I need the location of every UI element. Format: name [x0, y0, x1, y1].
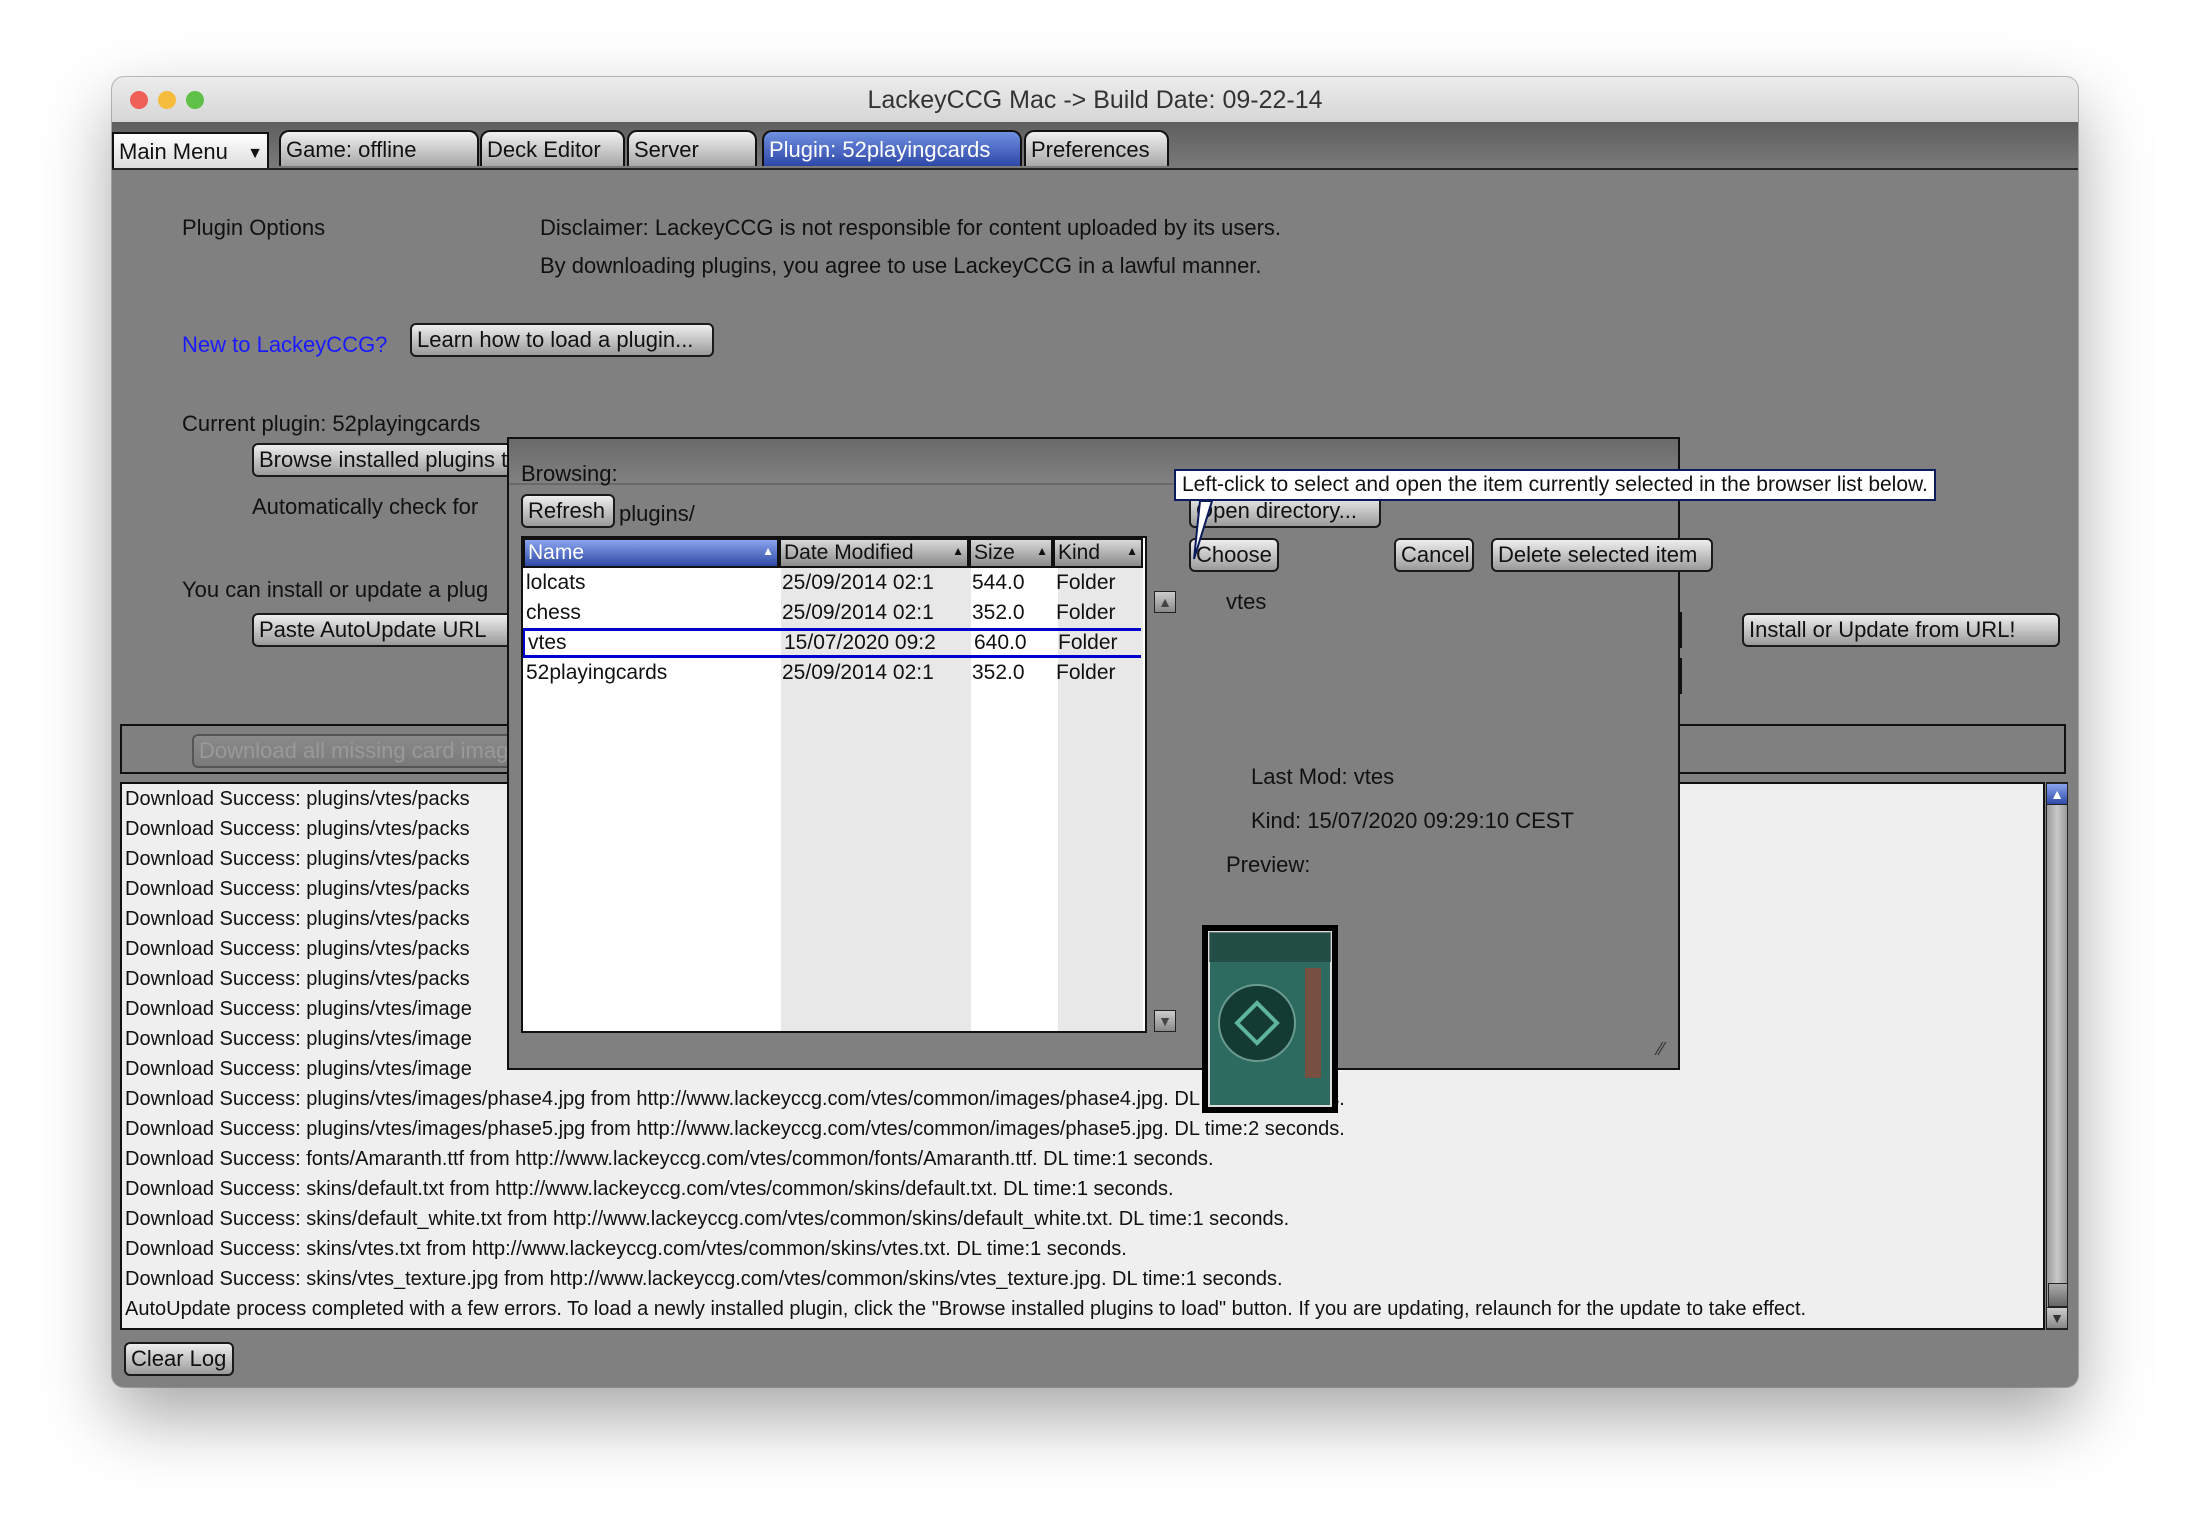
cell-kind: Folder: [1056, 601, 1116, 624]
scroll-down-arrow-icon[interactable]: ▼: [2046, 1307, 2068, 1329]
file-row[interactable]: vtes 15/07/2020 09:2 640.0 Folder: [523, 628, 1141, 658]
scroll-up-arrow-icon[interactable]: ▲: [2046, 783, 2068, 805]
auto-check-label: Automatically check for: [252, 494, 479, 519]
new-to-lackey-link[interactable]: New to LackeyCCG?: [182, 332, 387, 358]
tab-label: Preferences: [1031, 137, 1150, 162]
sort-arrow-icon: ▲: [762, 544, 774, 558]
table-scroll-up-icon[interactable]: ▲: [1154, 591, 1176, 613]
tab-label: Game: offline: [286, 137, 417, 162]
clear-log-button[interactable]: Clear Log: [124, 1342, 234, 1376]
tooltip-pointer-icon: [1193, 501, 1214, 560]
delete-item-button[interactable]: Delete selected item: [1491, 538, 1713, 572]
cell-size: 544.0: [972, 571, 1025, 594]
cell-date: 25/09/2014 02:1: [782, 601, 934, 624]
card-preview-image: [1202, 925, 1338, 1113]
cell-kind: Folder: [1058, 631, 1118, 654]
sort-arrow-icon: ▲: [1126, 544, 1138, 558]
cell-size: 352.0: [972, 661, 1025, 684]
section-title: Plugin Options: [182, 215, 326, 240]
cancel-button[interactable]: Cancel: [1394, 538, 1474, 572]
card-back-image: [1208, 931, 1332, 1107]
header-label: Size: [974, 541, 1015, 564]
header-label: Kind: [1058, 541, 1101, 564]
cell-kind: Folder: [1056, 661, 1116, 684]
log-line: Download Success: plugins/vtes/images/ph…: [125, 1088, 1345, 1110]
log-line: Download Success: skins/vtes_texture.jpg…: [125, 1268, 1283, 1290]
tab-server[interactable]: Server: [627, 130, 757, 166]
cell-name: lolcats: [526, 571, 586, 594]
selected-name: vtes: [1226, 589, 1267, 614]
cell-name: vtes: [528, 631, 567, 654]
tab-preferences[interactable]: Preferences: [1024, 130, 1169, 166]
column-header-name[interactable]: Name ▲: [523, 538, 779, 568]
cell-date: 25/09/2014 02:1: [782, 571, 934, 594]
install-info-label: You can install or update a plug: [182, 577, 489, 602]
current-plugin-label: Current plugin: 52playingcards: [182, 411, 481, 436]
chevron-down-icon: ▼: [247, 145, 263, 162]
log-line: Download Success: skins/vtes.txt from ht…: [125, 1238, 1127, 1260]
column-header-size[interactable]: Size ▲: [969, 538, 1053, 568]
log-scrollbar[interactable]: ▲ ▼: [2046, 782, 2068, 1330]
header-label: Name: [528, 541, 585, 564]
file-row[interactable]: 52playingcards 25/09/2014 02:1 352.0 Folder: [523, 658, 1141, 688]
sort-arrow-icon: ▲: [952, 544, 964, 558]
current-path: plugins/: [619, 501, 695, 526]
cell-name: 52playingcards: [526, 661, 668, 684]
file-table: Name ▲ Date Modified ▲ Size ▲ Kind ▲ lolcats…: [521, 536, 1147, 1033]
browsing-label: Browsing:: [521, 461, 618, 486]
cell-name: chess: [526, 601, 581, 624]
main-menu-label: Main Menu: [119, 139, 228, 164]
last-mod-label: Last Mod: vtes: [1251, 764, 1395, 789]
log-line: Download Success: skins/default_white.tx…: [125, 1208, 1290, 1230]
tab-deck-editor[interactable]: Deck Editor: [480, 130, 625, 166]
resize-grip-icon[interactable]: ⁄⁄: [1658, 1039, 1664, 1060]
file-row[interactable]: chess 25/09/2014 02:1 352.0 Folder: [523, 598, 1141, 628]
tab-plugin[interactable]: Plugin: 52playingcards: [762, 130, 1022, 166]
log-line: Download Success: plugins/vtes/images/ph…: [125, 1118, 1345, 1140]
learn-plugin-button[interactable]: Learn how to load a plugin...: [410, 323, 714, 357]
cell-kind: Folder: [1056, 571, 1116, 594]
tab-label: Deck Editor: [487, 137, 601, 162]
log-line: Download Success: skins/default.txt from…: [125, 1178, 1174, 1200]
scroll-thumb[interactable]: [2048, 1283, 2068, 1307]
install-from-url-button[interactable]: Install or Update from URL!: [1742, 613, 2060, 647]
tab-game[interactable]: Game: offline: [279, 130, 479, 166]
disclaimer-line-1: Disclaimer: LackeyCCG is not responsible…: [540, 215, 1282, 240]
tab-label: Server: [634, 137, 699, 162]
cell-date: 25/09/2014 02:1: [782, 661, 934, 684]
log-line: Download Success: fonts/Amaranth.ttf fro…: [125, 1148, 1214, 1170]
cell-date: 15/07/2020 09:2: [784, 631, 936, 654]
title-bar[interactable]: LackeyCCG Mac -> Build Date: 09-22-14: [112, 77, 2078, 123]
column-header-date[interactable]: Date Modified ▲: [779, 538, 969, 568]
choose-tooltip: Left-click to select and open the item c…: [1174, 469, 1936, 501]
column-header-kind[interactable]: Kind ▲: [1053, 538, 1143, 568]
plugin-browser-dialog: Browsing: Refresh plugins/ Name ▲ Date Mo…: [507, 437, 1713, 1113]
sort-arrow-icon: ▲: [1036, 544, 1048, 558]
cell-size: 640.0: [974, 631, 1027, 654]
preview-label: Preview:: [1226, 852, 1311, 877]
app-window: LackeyCCG Mac -> Build Date: 09-22-14 Ma…: [112, 77, 2078, 1387]
log-line: AutoUpdate process completed with a few …: [125, 1298, 1807, 1320]
tab-label: Plugin: 52playingcards: [769, 137, 991, 162]
download-missing-images-button[interactable]: Download all missing card images: [192, 734, 532, 768]
file-row[interactable]: lolcats 25/09/2014 02:1 544.0 Folder: [523, 568, 1141, 598]
kind-label: Kind: 15/07/2020 09:29:10 CEST: [1251, 808, 1574, 833]
tab-bar: Main Menu ▼ Game: offline Deck Editor Se…: [112, 122, 2078, 170]
cell-size: 352.0: [972, 601, 1025, 624]
header-label: Date Modified: [784, 541, 914, 564]
main-menu-dropdown[interactable]: Main Menu ▼: [112, 132, 269, 168]
window-title: LackeyCCG Mac -> Build Date: 09-22-14: [867, 86, 1323, 114]
table-scroll-down-icon[interactable]: ▼: [1154, 1010, 1176, 1032]
disclaimer-line-2: By downloading plugins, you agree to use…: [540, 253, 1262, 278]
refresh-button[interactable]: Refresh: [521, 494, 615, 528]
